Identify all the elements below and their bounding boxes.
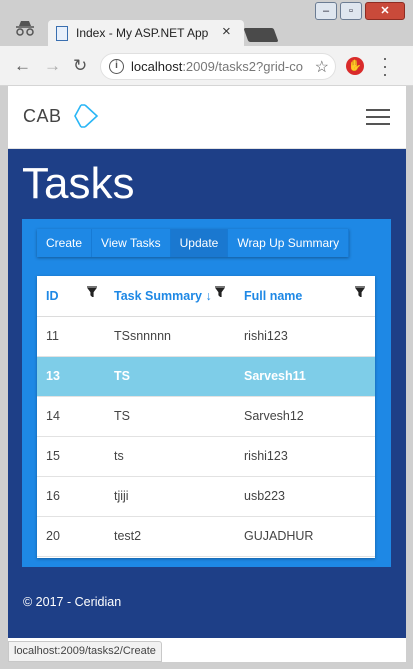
window-frame-bottom <box>0 662 413 669</box>
url-path: :2009/tasks2?grid-co <box>182 59 303 74</box>
info-icon[interactable]: i <box>109 59 124 74</box>
cell-task-summary: TSsnnnnn <box>105 316 235 357</box>
cell-id: 13 <box>37 356 105 397</box>
cell-id: 16 <box>37 476 105 517</box>
tab-title: Index - My ASP.NET App <box>76 26 209 40</box>
browser-toolbar: ← → ↻ i localhost:2009/tasks2?grid-co ☆ … <box>0 46 413 86</box>
diamond-icon <box>74 104 99 128</box>
cell-full-name: Sarvesh11 <box>235 356 375 397</box>
filter-icon[interactable] <box>87 286 97 297</box>
cell-full-name: rishi123 <box>235 436 375 477</box>
action-button-group: Create View Tasks Update Wrap Up Summary <box>37 229 350 257</box>
column-header-label[interactable]: Full name <box>244 289 302 303</box>
cell-id: 15 <box>37 436 105 477</box>
column-header-label[interactable]: ID <box>46 289 59 303</box>
cell-id: 11 <box>37 316 105 357</box>
cell-task-summary: TS <box>105 396 235 437</box>
cell-id: 14 <box>37 396 105 437</box>
column-header-full-name[interactable]: Full name <box>235 276 375 317</box>
cell-task-summary: TS <box>105 356 235 397</box>
cell-full-name: usb223 <box>235 476 375 517</box>
status-url-bubble: localhost:2009/tasks2/Create <box>8 641 162 662</box>
table-row-selected[interactable]: 13 TS Sarvesh11 <box>37 356 375 397</box>
url-text[interactable]: localhost:2009/tasks2?grid-co <box>131 59 309 74</box>
window-frame-right <box>406 86 413 669</box>
address-bar[interactable]: i localhost:2009/tasks2?grid-co ☆ <box>100 53 336 80</box>
view-tasks-button[interactable]: View Tasks <box>92 229 171 257</box>
table-row[interactable]: 11 TSsnnnnn rishi123 <box>37 316 375 357</box>
cell-task-summary: ts <box>105 436 235 477</box>
browser-tab[interactable]: Index - My ASP.NET App × <box>48 20 244 46</box>
wrap-up-summary-button[interactable]: Wrap Up Summary <box>228 229 350 257</box>
forward-icon[interactable]: → <box>44 56 61 76</box>
tab-close-icon[interactable]: × <box>222 23 231 40</box>
hamburger-icon[interactable] <box>366 109 390 130</box>
maximize-button[interactable]: ▫ <box>340 2 362 20</box>
tasks-grid: ID Task Summary ↓ Full name 11 TSsnnnnn … <box>37 276 375 558</box>
sort-down-icon: ↓ <box>205 288 212 303</box>
cell-id: 20 <box>37 516 105 557</box>
cell-full-name: Sarvesh12 <box>235 396 375 437</box>
tasks-table: ID Task Summary ↓ Full name 11 TSsnnnnn … <box>37 276 375 557</box>
main-content: Tasks Create View Tasks Update Wrap Up S… <box>8 149 406 638</box>
minimize-button[interactable]: – <box>315 2 337 20</box>
cell-task-summary: test2 <box>105 516 235 557</box>
app-navbar: CAB <box>8 86 406 149</box>
reload-icon[interactable]: ↻ <box>73 56 87 76</box>
url-host: localhost <box>131 59 183 74</box>
table-header-row: ID Task Summary ↓ Full name <box>37 276 375 317</box>
tasks-card: Create View Tasks Update Wrap Up Summary… <box>22 219 391 567</box>
browser-titlebar: Index - My ASP.NET App × – ▫ ✕ <box>0 0 413 46</box>
update-button[interactable]: Update <box>170 229 229 257</box>
star-icon[interactable]: ☆ <box>315 57 329 77</box>
filter-icon[interactable] <box>355 286 365 297</box>
column-header-id[interactable]: ID <box>37 276 105 317</box>
extension-icon[interactable]: ✋ <box>346 57 364 75</box>
page-favicon <box>56 26 68 41</box>
back-icon[interactable]: ← <box>14 56 31 76</box>
cell-task-summary: tjiji <box>105 476 235 517</box>
filter-icon[interactable] <box>215 286 225 297</box>
window-frame-left <box>0 86 8 669</box>
column-header-label[interactable]: Task Summary <box>114 289 202 303</box>
menu-icon[interactable]: · · · <box>382 49 388 83</box>
new-tab-button[interactable] <box>243 28 279 42</box>
table-row[interactable]: 14 TS Sarvesh12 <box>37 396 375 437</box>
create-button[interactable]: Create <box>37 229 93 257</box>
cell-full-name: GUJADHUR <box>235 516 375 557</box>
column-header-task-summary[interactable]: Task Summary ↓ <box>105 276 235 317</box>
table-row[interactable]: 15 ts rishi123 <box>37 436 375 477</box>
table-row[interactable]: 20 test2 GUJADHUR <box>37 516 375 557</box>
close-window-button[interactable]: ✕ <box>365 2 405 20</box>
brand-name[interactable]: CAB <box>23 106 62 127</box>
page-title: Tasks <box>22 159 135 208</box>
table-row[interactable]: 16 tjiji usb223 <box>37 476 375 517</box>
footer-copyright: © 2017 - Ceridian <box>23 595 122 609</box>
window-controls: – ▫ ✕ <box>312 2 405 20</box>
cell-full-name: rishi123 <box>235 316 375 357</box>
incognito-icon <box>16 21 34 36</box>
